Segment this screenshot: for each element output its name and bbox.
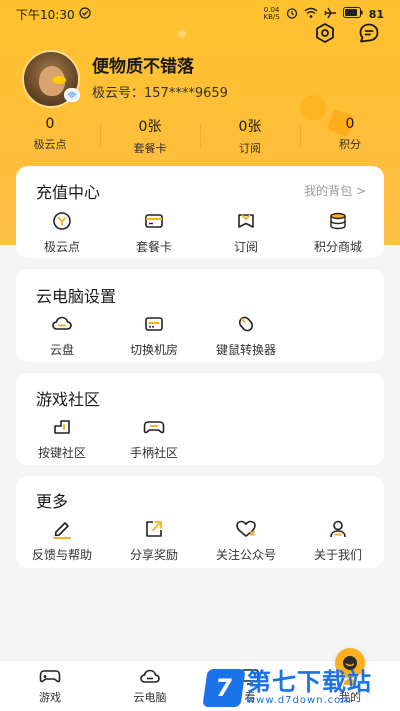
wifi-icon	[304, 7, 318, 22]
more-item-label: 反馈与帮助	[31, 548, 92, 562]
recharge-item-mall[interactable]: 积分商城	[292, 210, 384, 255]
more-title: 更多	[36, 492, 69, 511]
recharge-title: 充值中心	[36, 183, 101, 202]
stat-label: 极云点	[33, 138, 67, 151]
status-check-icon	[78, 6, 91, 22]
coin-icon	[16, 210, 108, 232]
username: 便物质不错落	[92, 57, 194, 77]
more-item-label: 关注公众号	[215, 548, 276, 562]
watermark-title: 第七下载站	[247, 667, 372, 696]
watermark: 7 第七下载站 www.d7down.com	[202, 664, 400, 711]
nav-label: 游戏	[39, 691, 61, 704]
settings-title: 云电脑设置	[36, 287, 117, 306]
header-actions	[314, 22, 380, 44]
watermark-logo: 7	[202, 668, 246, 707]
backpack-link[interactable]: 我的背包 >	[304, 182, 366, 199]
more-item-about[interactable]: 关于我们	[292, 518, 384, 563]
heart-icon	[200, 518, 292, 540]
nav-label: 云电脑	[133, 691, 167, 704]
recharge-item-label: 积分商城	[313, 240, 362, 254]
cloud-nav-icon	[100, 667, 200, 687]
stat-package-card[interactable]: 0张 套餐卡	[100, 116, 200, 156]
more-item-share[interactable]: 分享奖励	[108, 518, 200, 563]
server-icon	[108, 313, 200, 335]
more-item-feedback[interactable]: 反馈与帮助	[16, 518, 108, 563]
stats-row: 0 极云点 0张 套餐卡 0张 订阅 0 积分	[0, 116, 400, 156]
key-icon	[16, 416, 108, 438]
community-title: 游戏社区	[36, 390, 101, 409]
stat-value: 0张	[238, 119, 262, 135]
settings-item-label: 切换机房	[129, 343, 178, 357]
stat-value: 0	[345, 116, 355, 132]
nav-cloud-pc[interactable]: 云电脑	[100, 661, 200, 711]
gamepad-nav-icon	[0, 667, 100, 687]
recharge-item-subscription[interactable]: 订阅	[200, 210, 292, 255]
net-speed-unit: KB/S	[263, 13, 280, 21]
stat-value: 0	[45, 116, 55, 132]
stat-credits[interactable]: 0 积分	[300, 116, 400, 156]
stat-label: 套餐卡	[133, 142, 167, 155]
status-time: 下午10:30	[16, 7, 75, 22]
stat-value: 0张	[138, 119, 162, 135]
community-item-label: 手柄社区	[129, 446, 178, 460]
mouse-icon	[200, 313, 292, 335]
settings-icon[interactable]	[314, 22, 336, 44]
person-icon	[292, 518, 384, 540]
stat-label: 积分	[339, 138, 361, 151]
watermark-url: www.d7down.com	[247, 694, 353, 706]
more-item-label: 关于我们	[313, 548, 362, 562]
avatar-detail	[52, 76, 66, 84]
database-icon	[292, 210, 384, 232]
decoration-dot	[178, 30, 186, 38]
nav-games[interactable]: 游戏	[0, 661, 100, 711]
recharge-item-package[interactable]: 套餐卡	[108, 210, 200, 255]
stat-subscription[interactable]: 0张 订阅	[200, 116, 300, 156]
recharge-item-label: 极云点	[43, 240, 80, 254]
community-item-label: 按键社区	[37, 446, 86, 460]
settings-item-switch-room[interactable]: 切换机房	[108, 313, 200, 358]
user-id: 极云号：157****9659	[92, 86, 228, 101]
stat-points[interactable]: 0 极云点	[0, 116, 100, 156]
battery-icon	[342, 7, 363, 21]
community-item-keys[interactable]: 按键社区	[16, 416, 108, 461]
more-item-label: 分享奖励	[129, 548, 178, 562]
settings-item-label: 键鼠转换器	[215, 343, 276, 357]
more-card: 更多 反馈与帮助 分享奖励 关注公众号 关于我们	[16, 476, 384, 568]
gamepad-icon	[108, 416, 200, 438]
stat-label: 订阅	[239, 142, 261, 155]
cloud-settings-card: 云电脑设置 云盘 切换机房 键鼠转换器	[16, 269, 384, 362]
recharge-card: 充值中心 我的背包 > 极云点 套餐卡 订阅 积分商城	[16, 166, 384, 258]
net-speed: 0.04 KB/S	[263, 7, 279, 21]
recharge-item-label: 订阅	[233, 240, 258, 254]
airplane-icon	[324, 7, 337, 22]
vip-badge-icon	[64, 88, 80, 102]
more-item-follow[interactable]: 关注公众号	[200, 518, 292, 563]
edit-icon	[16, 518, 108, 540]
alarm-icon	[286, 7, 298, 22]
recharge-item-label: 套餐卡	[135, 240, 172, 254]
bookmark-icon	[200, 210, 292, 232]
settings-item-mouse-converter[interactable]: 键鼠转换器	[200, 313, 292, 358]
card-icon	[108, 210, 200, 232]
community-item-gamepad[interactable]: 手柄社区	[108, 416, 200, 461]
settings-item-cloud-disk[interactable]: 云盘	[16, 313, 108, 358]
community-card: 游戏社区 按键社区 手柄社区	[16, 373, 384, 465]
battery-level: 81	[368, 7, 384, 21]
message-icon[interactable]	[358, 22, 380, 44]
settings-item-label: 云盘	[49, 343, 74, 357]
cloud-icon	[16, 313, 108, 335]
recharge-item-points[interactable]: 极云点	[16, 210, 108, 255]
share-icon	[108, 518, 200, 540]
